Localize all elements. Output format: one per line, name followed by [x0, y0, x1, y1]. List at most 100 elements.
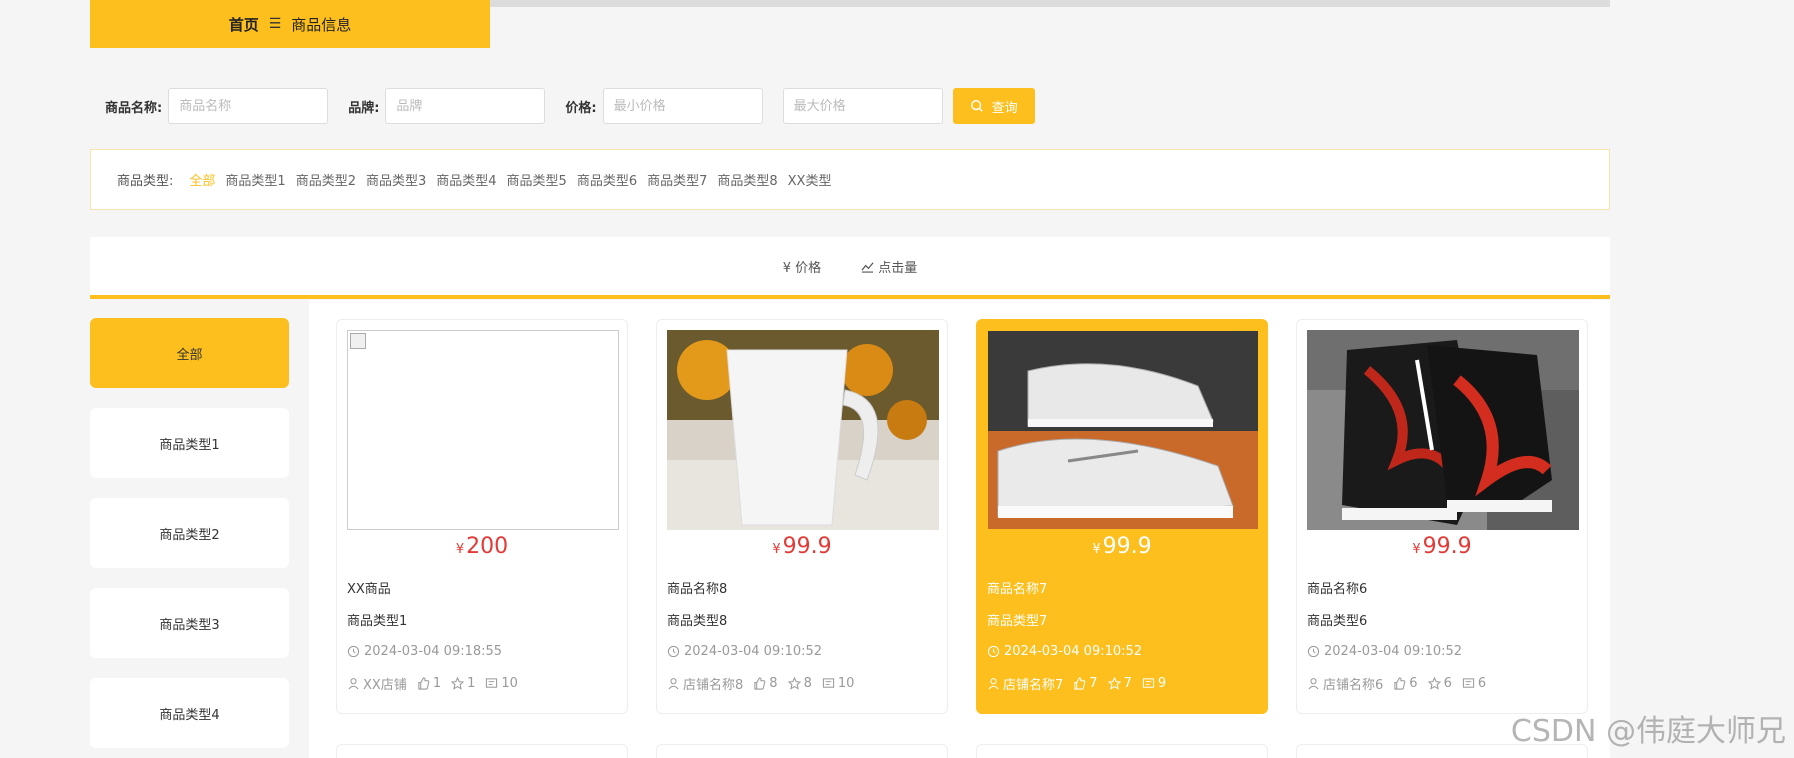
sidebar-item[interactable]: 全部 — [90, 318, 289, 388]
type-filter: 商品类型: 全部 商品类型1 商品类型2 商品类型3 商品类型4 商品类型5 商… — [90, 149, 1610, 210]
star-icon — [1427, 676, 1441, 690]
name-label: 商品名称: — [105, 100, 163, 116]
product-image[interactable] — [987, 330, 1259, 530]
comment-icon — [822, 677, 834, 688]
product-card[interactable]: ¥99.9 商品名称8 商品类型8 2024-03-04 09:10:52 店铺… — [656, 319, 948, 714]
product-time: 2024-03-04 09:10:52 — [667, 640, 937, 662]
sort-price-label: ¥ 价格 — [782, 260, 822, 276]
type-filter-item[interactable]: 商品类型3 — [366, 170, 426, 189]
user-icon — [988, 677, 999, 689]
product-image[interactable] — [1307, 330, 1579, 530]
product-name: XX商品 — [347, 582, 391, 597]
breadcrumb-home[interactable]: 首页 — [229, 14, 259, 35]
search-form: 商品名称: 品牌: 价格: 查询 — [105, 88, 1035, 124]
star-icon — [787, 676, 801, 690]
clock-icon — [987, 645, 1000, 657]
brand-label: 品牌: — [348, 100, 380, 116]
type-filter-item[interactable]: 商品类型2 — [296, 170, 356, 189]
product-image[interactable] — [347, 330, 619, 530]
product-type: 商品类型1 — [347, 614, 408, 629]
mug-photo — [667, 330, 939, 530]
search-button[interactable]: 查询 — [952, 88, 1035, 124]
clock-icon — [347, 645, 360, 657]
product-type: 商品类型7 — [987, 614, 1048, 629]
product-price: ¥200 — [455, 534, 509, 559]
star-icon — [451, 676, 465, 690]
breadcrumb: 首页 ☰ 商品信息 — [90, 0, 490, 48]
product-card[interactable] — [336, 744, 628, 758]
shop-name: XX店铺 — [363, 677, 407, 693]
product-type: 商品类型6 — [1307, 614, 1368, 629]
product-card[interactable]: ¥99.9 商品名称6 商品类型6 2024-03-04 09:10:52 店铺… — [1296, 319, 1588, 714]
type-filter-item[interactable]: 商品类型4 — [436, 170, 496, 189]
category-sidebar: 全部 商品类型1 商品类型2 商品类型3 商品类型4 — [90, 318, 289, 758]
sort-price[interactable]: ¥ 价格 — [783, 257, 821, 276]
user-icon — [668, 677, 679, 689]
type-filter-item[interactable]: 商品类型1 — [225, 170, 285, 189]
shop-name: 店铺名称6 — [1323, 677, 1384, 693]
product-name: 商品名称7 — [987, 582, 1048, 597]
comment-icon — [1462, 677, 1474, 688]
product-time: 2024-03-04 09:10:52 — [987, 640, 1257, 662]
shop-name: 店铺名称7 — [1003, 677, 1064, 693]
min-price-input[interactable] — [602, 88, 763, 124]
thumbs-up-icon — [1394, 676, 1406, 690]
thumbs-up-icon — [754, 676, 766, 690]
red-shoes-photo — [1307, 330, 1579, 530]
product-stats: 店铺名称7 7 7 9 — [987, 672, 1257, 694]
white-shoes-photo — [988, 331, 1258, 529]
broken-image-icon — [350, 333, 366, 349]
type-filter-item[interactable]: 商品类型5 — [507, 170, 567, 189]
star-icon — [1107, 676, 1121, 690]
product-stats: 店铺名称8 8 8 10 — [667, 672, 937, 694]
thumbs-up-icon — [418, 676, 430, 690]
search-icon — [970, 100, 983, 112]
product-card[interactable]: ¥200 XX商品 商品类型1 2024-03-04 09:18:55 XX店铺… — [336, 319, 628, 714]
product-time: 2024-03-04 09:18:55 — [347, 640, 617, 662]
product-card[interactable] — [976, 744, 1268, 758]
shop-name: 店铺名称8 — [683, 677, 744, 693]
product-stats: XX店铺 1 1 10 — [347, 672, 617, 694]
clock-icon — [1307, 645, 1320, 657]
name-input[interactable] — [168, 88, 329, 124]
product-name: 商品名称8 — [667, 582, 728, 597]
product-grid: ¥200 XX商品 商品类型1 2024-03-04 09:18:55 XX店铺… — [336, 319, 1588, 714]
clock-icon — [667, 645, 680, 657]
type-filter-item[interactable]: 全部 — [189, 170, 215, 189]
search-button-label: 查询 — [991, 99, 1018, 115]
type-filter-item[interactable]: 商品类型7 — [647, 170, 707, 189]
next-product-row — [336, 744, 1588, 758]
comment-icon — [486, 677, 498, 688]
sidebar-item[interactable]: 商品类型4 — [90, 678, 289, 748]
product-stats: 店铺名称6 6 6 6 — [1307, 672, 1577, 694]
product-price: ¥99.9 — [1412, 534, 1472, 559]
max-price-input[interactable] — [782, 88, 943, 124]
product-image[interactable] — [667, 330, 939, 530]
product-price: ¥99.9 — [1092, 534, 1152, 559]
sidebar-item[interactable]: 商品类型3 — [90, 588, 289, 658]
product-card[interactable] — [656, 744, 948, 758]
product-card[interactable]: ¥99.9 商品名称7 商品类型7 2024-03-04 09:10:52 店铺… — [976, 319, 1268, 714]
user-icon — [1308, 677, 1319, 689]
trend-icon — [861, 261, 874, 273]
price-label: 价格: — [565, 100, 597, 116]
sort-clicks[interactable]: 点击量 — [861, 257, 917, 276]
top-strip — [490, 0, 1610, 7]
type-filter-item[interactable]: 商品类型6 — [577, 170, 637, 189]
sort-bar: ¥ 价格 点击量 — [90, 237, 1610, 299]
watermark: CSDN @伟庭大师兄 — [1510, 714, 1786, 749]
sort-clicks-label: 点击量 — [878, 260, 918, 276]
type-filter-item[interactable]: 商品类型8 — [717, 170, 777, 189]
sidebar-item[interactable]: 商品类型1 — [90, 408, 289, 478]
breadcrumb-separator-icon: ☰ — [268, 16, 282, 32]
type-filter-item[interactable]: XX类型 — [788, 170, 832, 189]
product-type: 商品类型8 — [667, 614, 728, 629]
product-time: 2024-03-04 09:10:52 — [1307, 640, 1577, 662]
sidebar-item[interactable]: 商品类型2 — [90, 498, 289, 568]
brand-input[interactable] — [385, 88, 546, 124]
user-icon — [348, 677, 359, 689]
product-name: 商品名称6 — [1307, 582, 1368, 597]
thumbs-up-icon — [1074, 676, 1086, 690]
comment-icon — [1142, 677, 1154, 688]
breadcrumb-current: 商品信息 — [291, 15, 352, 34]
